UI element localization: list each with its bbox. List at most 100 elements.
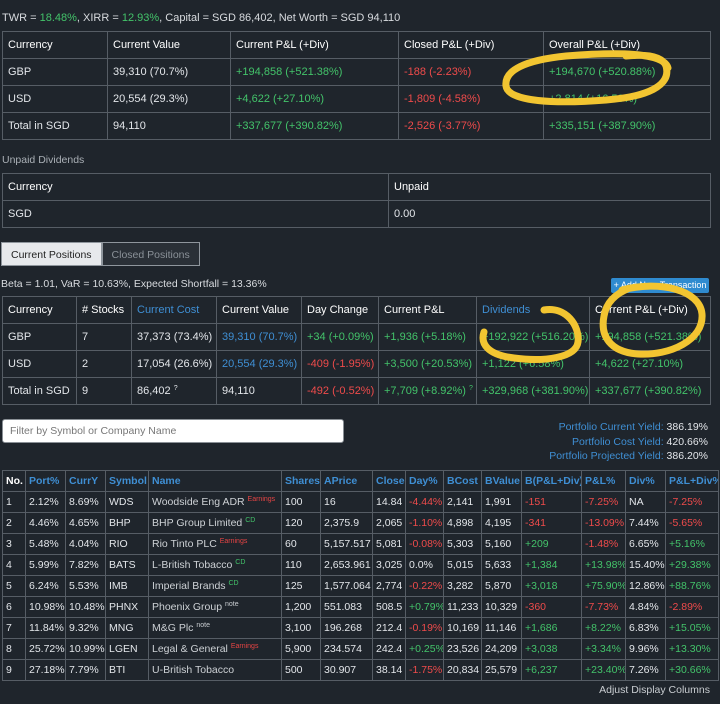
bpl-cell: +3,038 xyxy=(521,638,582,660)
name-cell[interactable]: M&G Plc note xyxy=(148,617,282,639)
holdings-row: 6 10.98% 10.48% PHNX Phoenix Group note 1,200… xyxy=(2,596,719,618)
symbol-cell[interactable]: BATS xyxy=(105,554,149,576)
cost-cell: 37,373 (73.4%) xyxy=(131,323,217,351)
tab-closed-positions[interactable]: Closed Positions xyxy=(101,242,200,266)
info-mark[interactable]: ? xyxy=(469,385,473,392)
current-pl-cell: +194,858 (+521.38%) xyxy=(230,58,399,86)
name-cell[interactable]: Woodside Eng ADR Earnings xyxy=(148,491,282,513)
symbol-cell[interactable]: RIO xyxy=(105,533,149,555)
symbol-cell[interactable]: BHP xyxy=(105,512,149,534)
cd-tag[interactable]: CD xyxy=(245,517,255,524)
symbol-cell[interactable]: PHNX xyxy=(105,596,149,618)
currency-cell: USD xyxy=(2,85,108,113)
projected-yield: Portfolio Projected Yield: 386.20% xyxy=(549,450,708,462)
name-cell[interactable]: Rio Tinto PLC Earnings xyxy=(148,533,282,555)
company-name[interactable]: Phoenix Group xyxy=(152,601,222,613)
company-name[interactable]: L-British Tobacco xyxy=(152,559,232,571)
day-cell: -1.75% xyxy=(405,659,444,681)
note-tag[interactable]: note xyxy=(225,601,239,608)
col-bvalue[interactable]: BValue xyxy=(481,470,522,492)
earn-tag[interactable]: Earnings xyxy=(248,496,276,503)
port-cell: 2.12% xyxy=(25,491,66,513)
company-name[interactable]: Rio Tinto PLC xyxy=(152,538,217,550)
col-current-pl: Current P&L xyxy=(378,296,477,324)
earn-tag[interactable]: Earnings xyxy=(220,538,248,545)
symbol-cell[interactable]: WDS xyxy=(105,491,149,513)
current-yield: Portfolio Current Yield: 386.19% xyxy=(558,421,708,433)
col-dividends[interactable]: Dividends xyxy=(476,296,590,324)
name-cell[interactable]: Legal & General Earnings xyxy=(148,638,282,660)
col-port[interactable]: Port% xyxy=(25,470,66,492)
overall-pl-cell: +194,670 (+520.88%) xyxy=(543,58,711,86)
positions-row: USD 2 17,054 (26.6%) 20,554 (29.3%) -409… xyxy=(2,350,711,378)
bpl-cell: -360 xyxy=(521,596,582,618)
shares-cell: 120 xyxy=(281,512,321,534)
close-cell: 2,065 xyxy=(372,512,406,534)
cd-tag[interactable]: CD xyxy=(235,559,245,566)
bvalue-cell: 11,146 xyxy=(481,617,522,639)
holdings-row: 1 2.12% 8.69% WDS Woodside Eng ADR Earnings 1… xyxy=(2,491,719,513)
name-cell[interactable]: BHP Group Limited CD xyxy=(148,512,282,534)
col-pl-div[interactable]: P&L+Div% xyxy=(665,470,719,492)
unpaid-header-row: Currency Unpaid xyxy=(2,173,711,201)
col-shares[interactable]: Shares xyxy=(281,470,321,492)
col-aprice[interactable]: APrice xyxy=(320,470,373,492)
no-cell: 9 xyxy=(2,659,26,681)
shares-cell: 3,100 xyxy=(281,617,321,639)
col-name[interactable]: Name xyxy=(148,470,282,492)
col-curry[interactable]: CurrY xyxy=(65,470,106,492)
company-name[interactable]: BHP Group Limited xyxy=(152,517,242,529)
info-mark[interactable]: ? xyxy=(174,385,178,392)
earn-tag[interactable]: Earnings xyxy=(231,643,259,650)
closed-pl-cell: -1,809 (-4.58%) xyxy=(398,85,544,113)
symbol-cell[interactable]: LGEN xyxy=(105,638,149,660)
current-pl-cell: +4,622 (+27.10%) xyxy=(230,85,399,113)
company-name[interactable]: Woodside Eng ADR xyxy=(152,496,245,508)
pl-cell: -13.09% xyxy=(581,512,626,534)
company-name[interactable]: M&G Plc xyxy=(152,622,193,634)
col-day[interactable]: Day% xyxy=(405,470,444,492)
col-bpl[interactable]: B(P&L+Div) xyxy=(521,470,582,492)
symbol-cell[interactable]: MNG xyxy=(105,617,149,639)
company-name[interactable]: Legal & General xyxy=(152,643,228,655)
symbol-cell[interactable]: IMB xyxy=(105,575,149,597)
company-name[interactable]: Imperial Brands xyxy=(152,580,226,592)
pl-div-cell: +88.76% xyxy=(665,575,719,597)
bpl-cell: +3,018 xyxy=(521,575,582,597)
col-currency: Currency xyxy=(2,296,77,324)
note-tag[interactable]: note xyxy=(196,622,210,629)
day-cell: 0.0% xyxy=(405,554,444,576)
bvalue-cell: 5,160 xyxy=(481,533,522,555)
curry-cell: 8.69% xyxy=(65,491,106,513)
adjust-display-columns-link[interactable]: Adjust Display Columns xyxy=(599,684,710,696)
tab-current-positions[interactable]: Current Positions xyxy=(1,242,102,266)
col-bcost[interactable]: BCost xyxy=(443,470,482,492)
value-cell: 94,110 xyxy=(107,112,231,140)
col-close[interactable]: Close xyxy=(372,470,406,492)
name-cell[interactable]: Phoenix Group note xyxy=(148,596,282,618)
value-cell: 20,554 (29.3%) xyxy=(216,350,302,378)
filter-input[interactable] xyxy=(2,419,344,443)
cd-tag[interactable]: CD xyxy=(228,580,238,587)
stocks-cell: 9 xyxy=(76,377,132,405)
currency-cell: GBP xyxy=(2,323,77,351)
name-cell[interactable]: L-British Tobacco CD xyxy=(148,554,282,576)
aprice-cell: 234.574 xyxy=(320,638,373,660)
symbol-cell[interactable]: BTI xyxy=(105,659,149,681)
bvalue-cell: 4,195 xyxy=(481,512,522,534)
risk-metrics: Beta = 1.01, VaR = 10.63%, Expected Shor… xyxy=(1,278,267,290)
col-pl[interactable]: P&L% xyxy=(581,470,626,492)
shares-cell: 110 xyxy=(281,554,321,576)
port-cell: 27.18% xyxy=(25,659,66,681)
summary-total-row: Total in SGD 94,110 +337,677 (+390.82%) … xyxy=(2,112,711,140)
col-div[interactable]: Div% xyxy=(625,470,666,492)
summary-table: Currency Current Value Current P&L (+Div… xyxy=(2,31,711,140)
col-day-change: Day Change xyxy=(301,296,379,324)
bcost-cell: 3,282 xyxy=(443,575,482,597)
company-name[interactable]: U-British Tobacco xyxy=(152,664,234,676)
col-symbol[interactable]: Symbol xyxy=(105,470,149,492)
add-new-transaction-button[interactable]: + Add New Transaction xyxy=(611,278,709,293)
name-cell[interactable]: Imperial Brands CD xyxy=(148,575,282,597)
col-current-cost[interactable]: Current Cost xyxy=(131,296,217,324)
name-cell[interactable]: U-British Tobacco xyxy=(148,659,282,681)
